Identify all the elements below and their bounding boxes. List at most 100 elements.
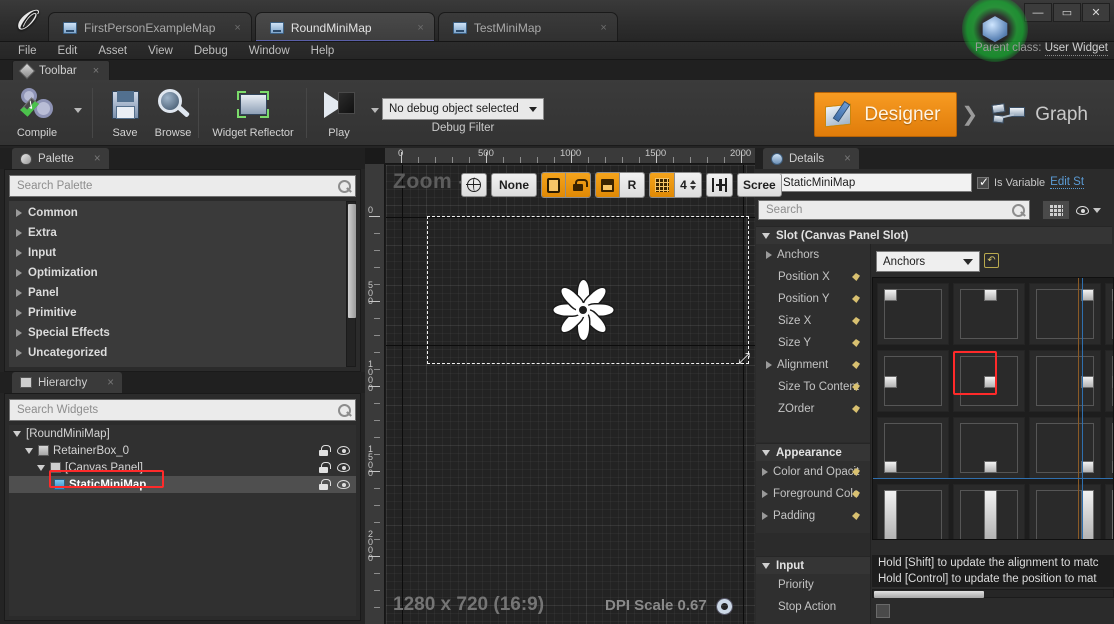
close-icon[interactable]: × [107,377,114,389]
anchor-preset-bottom-right[interactable] [1029,417,1101,479]
menu-asset[interactable]: Asset [88,43,137,59]
anchor-preset-bottom-stretch[interactable] [1105,417,1113,479]
anchors-scroll-thumb[interactable] [874,591,984,598]
anchor-preset-top-right[interactable] [1029,283,1101,345]
lock-aspect-toggle[interactable] [566,173,590,197]
chevron-right-icon[interactable] [762,468,768,476]
palette-category-special-effects[interactable]: Special Effects [9,323,356,343]
palette-category-optimization[interactable]: Optimization [9,263,356,283]
close-icon[interactable]: × [588,22,606,34]
close-icon[interactable]: × [93,65,99,77]
close-button[interactable]: ✕ [1082,3,1110,22]
play-dropdown-icon[interactable] [371,108,379,113]
play-button[interactable]: Play [310,84,368,142]
anchors-preset-popup[interactable] [872,277,1114,540]
document-tab-testminimap[interactable]: TestMiniMap × [437,12,618,41]
menu-debug[interactable]: Debug [184,43,238,59]
chevron-right-icon[interactable] [766,361,772,369]
anchor-preset-middle-right[interactable] [1029,350,1101,412]
anchors-dropdown[interactable]: Anchors [876,251,980,272]
widget-reflector-button[interactable]: Widget Reflector [200,84,306,142]
design-surface[interactable]: ⤢ [386,165,755,624]
bind-pin-icon[interactable] [852,315,864,327]
document-tab-firstpersonexamplemap[interactable]: FirstPersonExampleMap × [48,12,252,41]
localization-none-button[interactable]: None [491,173,537,197]
anchor-preset-bottom-left[interactable] [877,417,949,479]
designer-mode-button[interactable]: Designer [814,92,958,137]
chevron-right-icon[interactable] [762,512,768,520]
details-columns-button[interactable] [1042,200,1070,220]
bind-pin-icon[interactable] [852,403,864,415]
palette-scroll-thumb[interactable] [348,204,356,318]
section-slot-canvas-panel-slot[interactable]: Slot (Canvas Panel Slot) [756,226,1112,244]
palette-category-panel[interactable]: Panel [9,283,356,303]
stepper-arrows-icon[interactable] [689,180,696,190]
property-row-priority[interactable]: Priority [756,574,870,596]
mockup-image-toggle[interactable] [596,173,620,197]
chevron-right-icon[interactable] [762,490,768,498]
respect-locks-toggle[interactable]: R [620,173,644,197]
minimize-button[interactable]: — [1024,3,1052,22]
palette-category-uncategorized[interactable]: Uncategorized [9,343,356,363]
reset-to-default-icon[interactable]: ↶ [984,253,999,268]
bind-pin-icon[interactable] [852,271,864,283]
bind-pin-icon[interactable] [852,466,864,478]
browse-button[interactable]: Browse [144,84,202,142]
close-icon[interactable]: × [405,22,423,34]
bind-pin-icon[interactable] [852,510,864,522]
gear-icon[interactable] [717,599,732,614]
panel-tab-hierarchy[interactable]: Hierarchy × [12,372,122,393]
property-row-position-x[interactable]: Position X [756,266,870,288]
menu-file[interactable]: File [8,43,47,59]
property-row-zorder[interactable]: ZOrder [756,398,870,420]
bind-pin-icon[interactable] [852,381,864,393]
anchor-preset-center-vstretch[interactable] [953,484,1025,539]
panel-tab-details[interactable]: Details × [763,148,859,169]
eye-icon[interactable] [337,446,350,455]
screen-size-button[interactable]: Scree [737,173,782,197]
palette-category-primitive[interactable]: Primitive [9,303,356,323]
chevron-down-icon[interactable] [13,430,21,437]
menu-edit[interactable]: Edit [48,43,88,59]
section-appearance[interactable]: Appearance [756,443,870,461]
palette-search-input[interactable]: Search Palette [9,175,356,197]
close-icon[interactable]: × [94,153,101,165]
grid-snap-toggle[interactable] [650,173,675,197]
grid-size-stepper[interactable]: 4 [675,173,701,197]
close-icon[interactable]: × [222,22,240,34]
palette-category-input[interactable]: Input [9,243,356,263]
details-visibility-button[interactable] [1072,200,1104,220]
chevron-down-icon[interactable] [37,464,45,471]
anchor-preset-fill[interactable] [1105,484,1113,539]
property-row-size-x[interactable]: Size X [756,310,870,332]
palette-scrollbar[interactable] [346,201,356,367]
anchors-horizontal-scrollbar[interactable] [872,589,1114,598]
anchor-widget-icon[interactable] [550,277,616,343]
menu-window[interactable]: Window [239,43,300,59]
property-row-position-y[interactable]: Position Y [756,288,870,310]
parent-class-value[interactable]: User Widget [1044,42,1108,56]
anchor-preset-top-stretch[interactable] [1105,283,1113,345]
property-row-foreground-color[interactable]: Foreground Colo [756,483,870,505]
anchor-preset-right-vstretch[interactable] [1029,484,1101,539]
fill-screen-toggle[interactable] [542,173,566,197]
anchor-preset-left-vstretch[interactable] [877,484,949,539]
bind-pin-icon[interactable] [852,337,864,349]
graph-mode-button[interactable]: Graph [982,92,1104,137]
bind-pin-icon[interactable] [852,488,864,500]
property-value-checkbox[interactable] [876,604,890,618]
tree-item-staticminimap[interactable]: StaticMiniMap [9,476,356,493]
edit-style-link[interactable]: Edit St [1050,176,1085,189]
lock-icon[interactable] [319,479,331,490]
property-row-size-y[interactable]: Size Y [756,332,870,354]
document-tab-roundminimap[interactable]: RoundMiniMap × [254,12,435,41]
property-row-color-and-opacity[interactable]: Color and Opacit [756,461,870,483]
outline-toggle[interactable] [706,173,733,197]
property-row-padding[interactable]: Padding [756,505,870,527]
compile-dropdown-icon[interactable] [74,108,82,113]
property-row-alignment[interactable]: Alignment [756,354,870,376]
menu-help[interactable]: Help [301,43,345,59]
localization-preview-button[interactable] [461,173,487,197]
lock-icon[interactable] [319,462,331,473]
panel-tab-toolbar[interactable]: Toolbar × [12,60,111,80]
